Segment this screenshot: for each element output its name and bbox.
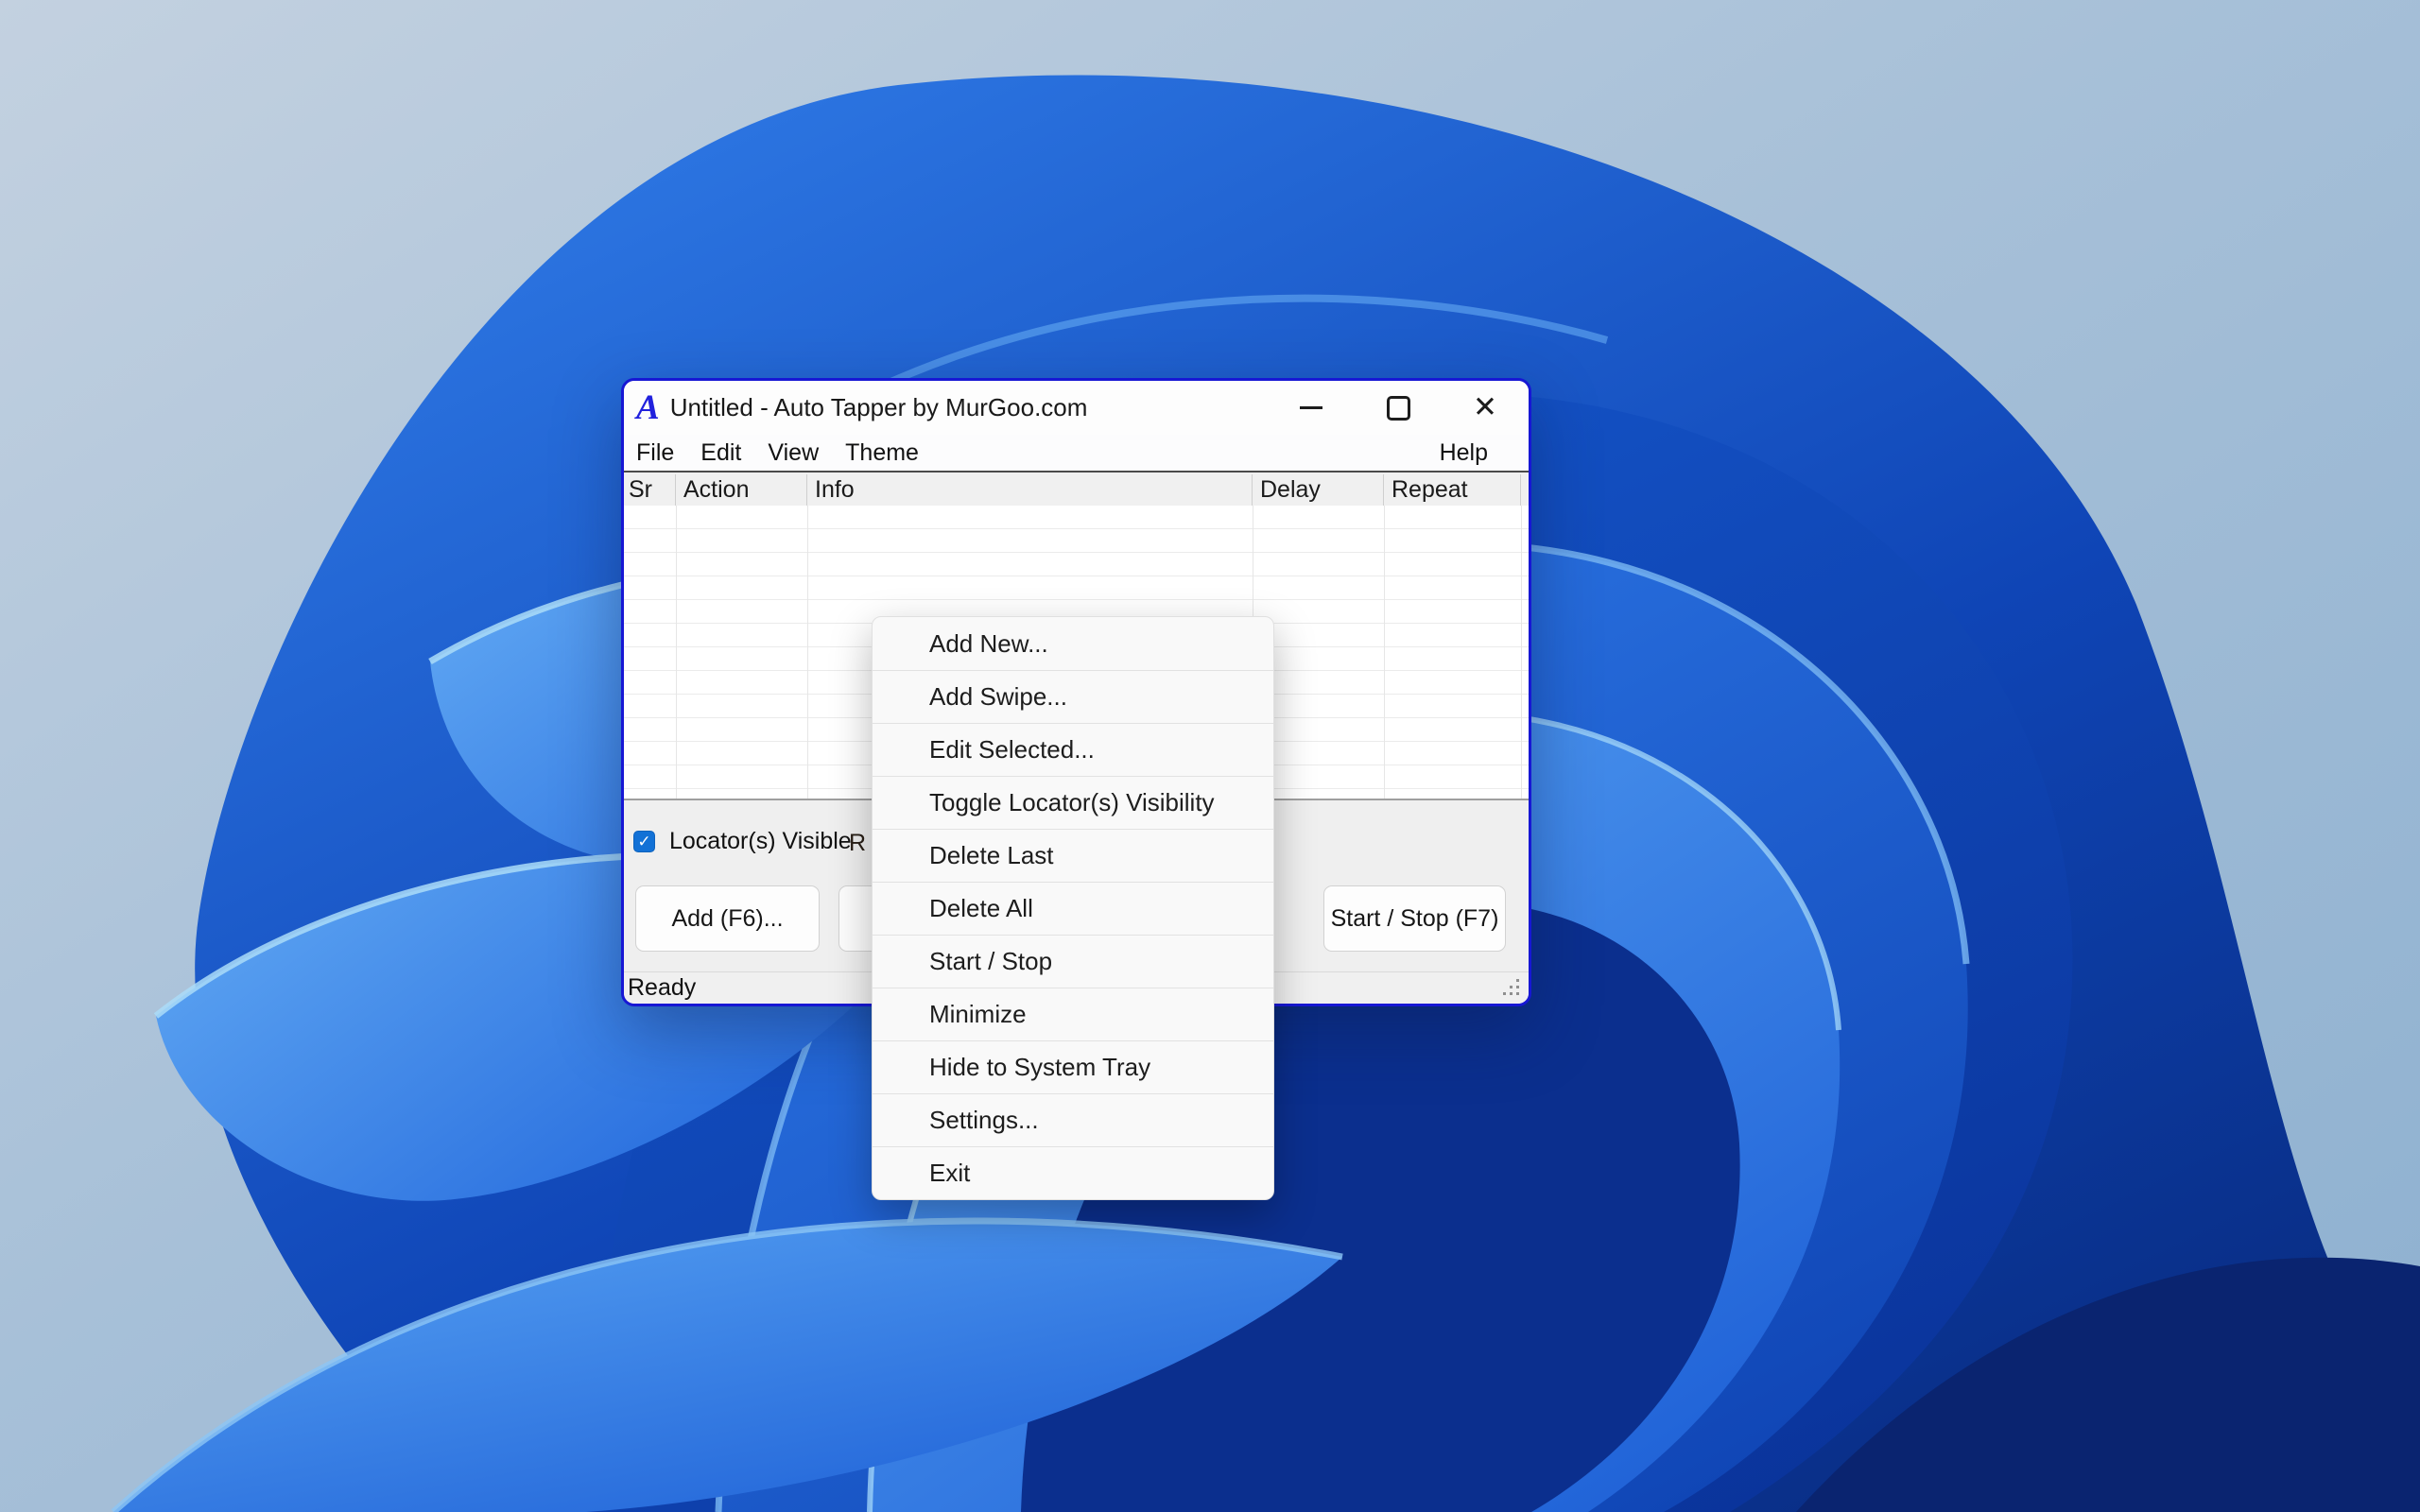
close-button[interactable]: ✕ xyxy=(1442,381,1529,435)
start-stop-button[interactable]: Start / Stop (F7) xyxy=(1323,885,1506,952)
column-header[interactable]: Info xyxy=(807,474,1253,506)
context-menu-item[interactable]: Hide to System Tray xyxy=(873,1040,1273,1093)
maximize-button[interactable] xyxy=(1355,381,1442,435)
column-header[interactable]: Action xyxy=(676,474,807,506)
locators-visible-checkbox-row[interactable]: ✓ Locator(s) Visible xyxy=(633,828,852,855)
context-menu-item[interactable]: Delete All xyxy=(873,882,1273,935)
minimize-button[interactable] xyxy=(1268,381,1355,435)
context-menu-item[interactable]: Delete Last xyxy=(873,829,1273,882)
context-menu-item[interactable]: Settings... xyxy=(873,1093,1273,1146)
column-header[interactable]: Sr xyxy=(624,474,676,506)
table-grid-line xyxy=(807,506,808,799)
context-menu-item[interactable]: Add New... xyxy=(873,617,1273,670)
context-menu-item[interactable]: Edit Selected... xyxy=(873,723,1273,776)
title-bar[interactable]: A Untitled - Auto Tapper by MurGoo.com ✕ xyxy=(624,381,1529,435)
context-menu-item[interactable]: Start / Stop xyxy=(873,935,1273,988)
resize-grip[interactable] xyxy=(1503,979,1522,998)
checkbox-checked-icon[interactable]: ✓ xyxy=(633,831,655,852)
table-grid-line xyxy=(676,506,677,799)
column-header[interactable]: Repeat xyxy=(1384,474,1521,506)
menubar-item[interactable]: View xyxy=(768,439,819,467)
window-title: Untitled - Auto Tapper by MurGoo.com xyxy=(670,393,1088,422)
menu-bar: File Edit View Theme Help xyxy=(624,435,1529,472)
context-menu-item[interactable]: Toggle Locator(s) Visibility xyxy=(873,776,1273,829)
close-icon: ✕ xyxy=(1473,393,1497,422)
table-grid-line xyxy=(1521,506,1522,799)
locators-visible-label: Locator(s) Visible xyxy=(669,828,852,855)
column-header[interactable]: Delay xyxy=(1253,474,1384,506)
action-table-header: SrActionInfoDelayRepeat xyxy=(624,474,1529,507)
table-grid-line xyxy=(1384,506,1385,799)
maximize-icon xyxy=(1387,396,1410,421)
menubar-item[interactable]: File xyxy=(636,439,674,467)
add-button[interactable]: Add (F6)... xyxy=(635,885,820,952)
menubar-item-help[interactable]: Help xyxy=(1440,439,1488,467)
status-text: Ready xyxy=(628,974,696,1002)
partially-hidden-label: R xyxy=(849,830,866,857)
context-menu-item[interactable]: Exit xyxy=(873,1146,1273,1199)
context-menu: Add New...Add Swipe...Edit Selected...To… xyxy=(872,616,1274,1200)
menubar-item[interactable]: Theme xyxy=(845,439,919,467)
context-menu-item[interactable]: Add Swipe... xyxy=(873,670,1273,723)
menubar-item[interactable]: Edit xyxy=(700,439,741,467)
minimize-icon xyxy=(1300,406,1322,409)
caption-buttons: ✕ xyxy=(1268,381,1529,435)
context-menu-item[interactable]: Minimize xyxy=(873,988,1273,1040)
app-icon: A xyxy=(636,390,660,425)
